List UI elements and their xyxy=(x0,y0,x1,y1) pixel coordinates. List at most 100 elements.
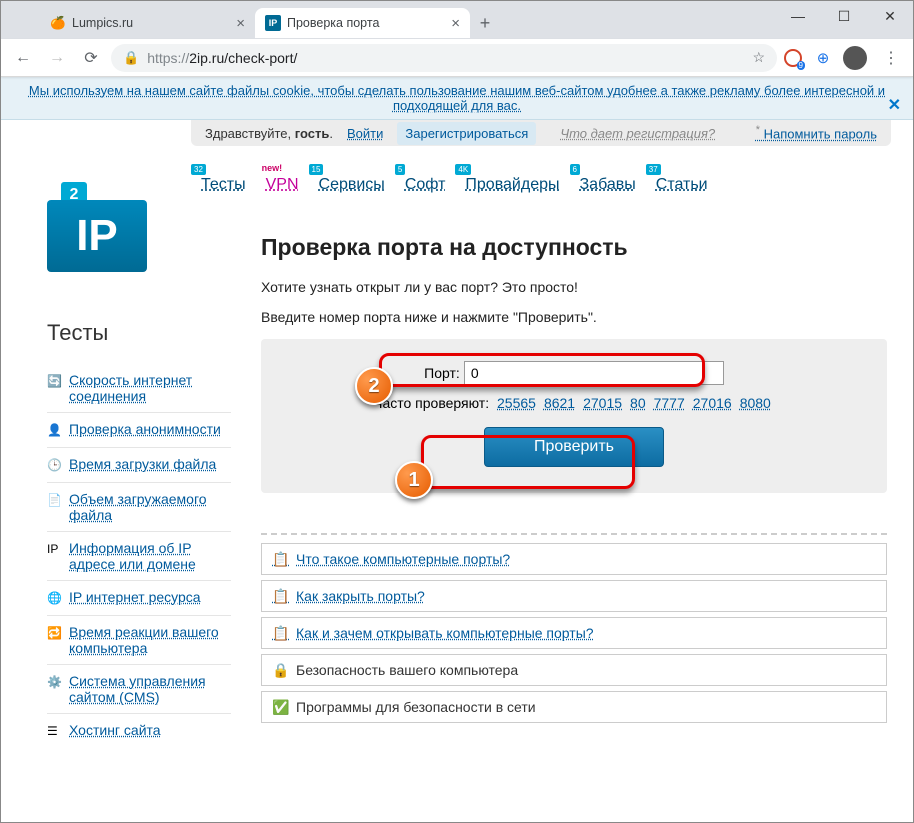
lock-icon: 🔒 xyxy=(123,50,139,66)
remind-password-link[interactable]: * Напомнить пароль xyxy=(756,124,877,141)
minimize-button[interactable]: — xyxy=(775,1,821,31)
user-header: Здравствуйте, гость. Войти Зарегистриров… xyxy=(191,120,891,146)
sidebar-item-icon: ⚙️ xyxy=(47,675,63,691)
sidebar-item[interactable]: 🌐 IP интернет ресурса xyxy=(47,580,231,615)
sidebar-item-link[interactable]: Время реакции вашего компьютера xyxy=(69,624,231,656)
menu-button[interactable]: ⋮ xyxy=(877,44,905,72)
note-icon: 📋 xyxy=(272,588,288,604)
faq-item: 🔒 Безопасность вашего компьютера xyxy=(261,654,887,686)
back-button[interactable]: ← xyxy=(9,44,37,72)
sidebar-item-icon: ☰ xyxy=(47,724,63,740)
site-logo[interactable]: 2 IP xyxy=(47,180,147,280)
greeting-text: Здравствуйте, гость. xyxy=(205,126,333,141)
check-button[interactable]: Проверить xyxy=(484,427,664,467)
window-controls: — ☐ ✕ xyxy=(775,1,913,31)
faq-text: Как закрыть порты? xyxy=(296,588,425,604)
nav-providers[interactable]: 4KПровайдеры xyxy=(465,176,559,194)
address-bar[interactable]: 🔒 https://2ip.ru/check-port/ ☆ xyxy=(111,44,777,72)
sidebar: 2 IP Тесты 🔄Скорость интернет соединения… xyxy=(1,204,231,748)
globe-extension-icon[interactable]: ⊕ xyxy=(813,48,833,68)
faq-text: Безопасность вашего компьютера xyxy=(296,662,518,678)
port-check-form: Порт: Часто проверяют: 25565862127015807… xyxy=(261,339,887,493)
browser-toolbar: ← → ⟳ 🔒 https://2ip.ru/check-port/ ☆ 9 ⊕… xyxy=(1,39,913,77)
sidebar-item-icon: 👤 xyxy=(47,423,63,439)
favicon-lumpics: 🍊 xyxy=(50,15,66,31)
reload-button[interactable]: ⟳ xyxy=(77,44,105,72)
star-icon[interactable]: ☆ xyxy=(752,49,765,66)
sidebar-item[interactable]: IP Информация об IP адресе или домене xyxy=(47,531,231,580)
close-icon[interactable]: × xyxy=(236,15,245,32)
window-titlebar: 🍊 Lumpics.ru × IP Проверка порта × + — ☐… xyxy=(1,1,913,39)
nav-articles[interactable]: 37Статьи xyxy=(656,176,708,194)
cookie-text-link[interactable]: Мы используем на нашем сайте файлы cooki… xyxy=(29,83,885,113)
faq-text: Как и зачем открывать компьютерные порты… xyxy=(296,625,594,641)
sidebar-item[interactable]: 🕒 Время загрузки файла xyxy=(47,447,231,482)
sidebar-item-link[interactable]: IP интернет ресурса xyxy=(69,589,201,605)
sidebar-item-icon: 🔁 xyxy=(47,626,63,642)
main-content: Проверка порта на доступность Хотите узн… xyxy=(231,204,913,748)
what-reg-link[interactable]: Что дает регистрация? xyxy=(560,126,715,141)
close-button[interactable]: ✕ xyxy=(867,1,913,31)
faq-item[interactable]: 📋 Как и зачем открывать компьютерные порт… xyxy=(261,617,887,649)
forward-button[interactable]: → xyxy=(43,44,71,72)
faq-item[interactable]: 📋 Как закрыть порты? xyxy=(261,580,887,612)
common-port-link[interactable]: 27016 xyxy=(693,395,732,411)
register-link[interactable]: Зарегистрироваться xyxy=(397,122,536,145)
sidebar-item-icon: 🕒 xyxy=(47,458,63,474)
lock-icon: 🔒 xyxy=(272,662,288,678)
new-tab-button[interactable]: + xyxy=(470,8,500,38)
tab-lumpics[interactable]: 🍊 Lumpics.ru × xyxy=(40,8,255,38)
sidebar-item-link[interactable]: Объем загружаемого файла xyxy=(69,491,231,523)
opera-extension-icon[interactable]: 9 xyxy=(783,48,803,68)
cookie-close-icon[interactable]: ✕ xyxy=(888,95,901,115)
nav-vpn[interactable]: new!VPN xyxy=(266,176,299,194)
sidebar-item[interactable]: 🔁 Время реакции вашего компьютера xyxy=(47,615,231,664)
faq-list: 📋 Что такое компьютерные порты? 📋 Как закры… xyxy=(261,533,887,723)
sidebar-item-link[interactable]: Информация об IP адресе или домене xyxy=(69,540,231,572)
sidebar-item[interactable]: 🔄 Скорость интернет соединения xyxy=(47,364,231,412)
sidebar-item-icon: IP xyxy=(47,542,63,558)
sidebar-item-link[interactable]: Хостинг сайта xyxy=(69,722,161,738)
intro-text-2: Введите номер порта ниже и нажмите "Пров… xyxy=(261,309,887,325)
common-port-link[interactable]: 8080 xyxy=(740,395,771,411)
faq-text: Программы для безопасности в сети xyxy=(296,699,536,715)
port-input[interactable] xyxy=(464,361,724,385)
tab-strip: 🍊 Lumpics.ru × IP Проверка порта × + xyxy=(40,8,500,38)
profile-avatar[interactable] xyxy=(843,46,867,70)
shield-icon: ✅ xyxy=(272,699,288,715)
common-port-link[interactable]: 25565 xyxy=(497,395,536,411)
sidebar-item-icon: 🔄 xyxy=(47,374,63,390)
page-title: Проверка порта на доступность xyxy=(261,234,887,261)
sidebar-item-link[interactable]: Система управления сайтом (CMS) xyxy=(69,673,231,705)
port-label: Порт: xyxy=(424,365,460,381)
sidebar-item-link[interactable]: Время загрузки файла xyxy=(69,456,216,472)
sidebar-item[interactable]: ⚙️ Система управления сайтом (CMS) xyxy=(47,664,231,713)
sidebar-item[interactable]: 👤 Проверка анонимности xyxy=(47,412,231,447)
tab-title: Lumpics.ru xyxy=(72,16,133,30)
note-icon: 📋 xyxy=(272,625,288,641)
sidebar-item-icon: 📄 xyxy=(47,493,63,509)
sidebar-item[interactable]: ☰ Хостинг сайта xyxy=(47,713,231,748)
note-icon: 📋 xyxy=(272,551,288,567)
login-link[interactable]: Войти xyxy=(347,126,383,141)
annotation-step-2: 2 xyxy=(355,367,393,405)
faq-text: Что такое компьютерные порты? xyxy=(296,551,510,567)
nav-fun[interactable]: 6Забавы xyxy=(580,176,636,194)
maximize-button[interactable]: ☐ xyxy=(821,1,867,31)
common-port-link[interactable]: 80 xyxy=(630,395,646,411)
sidebar-item-link[interactable]: Проверка анонимности xyxy=(69,421,221,437)
tab-2ip[interactable]: IP Проверка порта × xyxy=(255,8,470,38)
nav-services[interactable]: 15Сервисы xyxy=(319,176,385,194)
common-port-link[interactable]: 27015 xyxy=(583,395,622,411)
common-port-link[interactable]: 8621 xyxy=(544,395,575,411)
close-icon[interactable]: × xyxy=(451,15,460,32)
sidebar-item[interactable]: 📄 Объем загружаемого файла xyxy=(47,482,231,531)
sidebar-item-link[interactable]: Скорость интернет соединения xyxy=(69,372,231,404)
tab-title: Проверка порта xyxy=(287,16,379,30)
faq-item[interactable]: 📋 Что такое компьютерные порты? xyxy=(261,543,887,575)
common-port-link[interactable]: 7777 xyxy=(654,395,685,411)
nav-soft[interactable]: 5Софт xyxy=(405,176,446,194)
sidebar-item-icon: 🌐 xyxy=(47,591,63,607)
nav-tests[interactable]: 32Тесты xyxy=(201,176,246,194)
cookie-banner: Мы используем на нашем сайте файлы cooki… xyxy=(1,77,913,120)
